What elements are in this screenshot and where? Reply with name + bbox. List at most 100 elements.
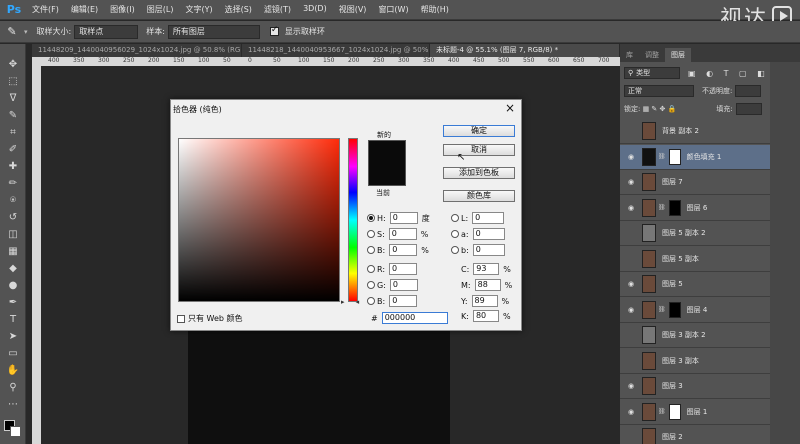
web-colors-only-checkbox[interactable]: 只有 Web 颜色 — [177, 313, 243, 324]
hue-slider[interactable] — [348, 138, 358, 302]
healing-brush-icon[interactable]: ✚ — [5, 160, 21, 174]
field-input[interactable]: 0 — [389, 263, 418, 275]
visibility-eye-icon[interactable]: ◉ — [626, 306, 636, 314]
layer-kind-select[interactable]: ⚲ 类型 — [624, 67, 680, 79]
field-input[interactable]: 89 — [471, 295, 498, 307]
eyedropper-icon[interactable]: ✎ — [0, 25, 24, 38]
slider-handle-icon[interactable]: ▸ ◂ — [341, 298, 359, 306]
sample-size-select[interactable]: 取样点 — [74, 24, 139, 39]
field-input[interactable]: 93 — [473, 263, 500, 275]
path-select-icon[interactable]: ➤ — [5, 330, 21, 344]
crop-tool-icon[interactable]: ⌗ — [5, 126, 21, 140]
blur-tool-icon[interactable]: ◆ — [5, 262, 21, 276]
brush-tool-icon[interactable]: ✏ — [5, 177, 21, 191]
link-icon[interactable]: ⛓ — [658, 204, 666, 211]
panel-tab[interactable]: 调整 — [639, 48, 665, 62]
visibility-eye-icon[interactable]: ◉ — [626, 178, 636, 186]
link-icon[interactable]: ⛓ — [658, 408, 666, 415]
layer-mask-thumbnail[interactable] — [668, 199, 681, 216]
stamp-tool-icon[interactable]: ⍟ — [5, 194, 21, 208]
menu-item-5[interactable]: 选择(S) — [219, 4, 258, 15]
field-input[interactable]: 0 — [472, 228, 505, 240]
layer-row[interactable]: ◉ 图层 7 — [620, 170, 770, 195]
color-libraries-button[interactable]: 颜色库 — [443, 190, 515, 202]
close-icon[interactable]: × — [505, 101, 515, 115]
menu-item-4[interactable]: 文字(Y) — [179, 4, 218, 15]
layer-row[interactable]: 图层 3 副本 — [620, 349, 770, 374]
ok-button[interactable]: 确定 — [443, 125, 515, 137]
menu-item-1[interactable]: 编辑(E) — [65, 4, 104, 15]
zoom-tool-icon[interactable]: ⚲ — [5, 381, 21, 395]
hand-tool-icon[interactable]: ✋ — [5, 364, 21, 378]
sample-select[interactable]: 所有图层 — [167, 24, 260, 39]
link-icon[interactable]: ⛓ — [658, 306, 666, 313]
layer-row[interactable]: ◉ 图层 5 — [620, 272, 770, 297]
layer-mask-thumbnail[interactable] — [668, 403, 681, 420]
radio-button[interactable] — [451, 214, 459, 222]
menu-item-9[interactable]: 窗口(W) — [372, 4, 414, 15]
dodge-tool-icon[interactable]: ● — [5, 279, 21, 293]
menu-item-7[interactable]: 3D(D) — [297, 4, 333, 15]
field-input[interactable]: 0 — [389, 212, 418, 224]
radio-button[interactable] — [367, 246, 375, 254]
saturation-brightness-field[interactable] — [178, 138, 340, 302]
document-tab[interactable]: 未标题-4 @ 55.1% (图层 7, RGB/8) * — [430, 44, 620, 57]
menu-item-10[interactable]: 帮助(H) — [415, 4, 455, 15]
hex-input[interactable]: 000000 — [381, 312, 448, 324]
radio-button[interactable] — [451, 246, 459, 254]
menu-item-0[interactable]: 文件(F) — [26, 4, 65, 15]
menu-item-6[interactable]: 滤镜(T) — [258, 4, 297, 15]
cancel-button[interactable]: 取消 — [443, 144, 515, 156]
pen-tool-icon[interactable]: ✒ — [5, 296, 21, 310]
blend-mode-select[interactable]: 正常 — [624, 85, 694, 97]
menu-item-3[interactable]: 图层(L) — [141, 4, 180, 15]
add-to-swatches-button[interactable]: 添加到色板 — [443, 167, 515, 179]
opacity-input[interactable] — [735, 85, 762, 97]
layer-mask-thumbnail[interactable] — [668, 148, 681, 165]
panel-tab[interactable]: 库 — [620, 48, 639, 62]
shape-tool-icon[interactable]: ▭ — [5, 347, 21, 361]
visibility-eye-icon[interactable]: ◉ — [626, 382, 636, 390]
type-tool-icon[interactable]: T — [5, 313, 21, 327]
radio-button[interactable] — [367, 281, 375, 289]
radio-button[interactable] — [367, 297, 375, 305]
layer-row[interactable]: 图层 5 副本 2 — [620, 221, 770, 246]
more-tools-icon[interactable]: ⋯ — [5, 398, 21, 412]
document-tab[interactable]: 11448209_1440040956029_1024x1024.jpg @ 5… — [32, 44, 242, 57]
radio-button[interactable] — [451, 230, 459, 238]
visibility-eye-icon[interactable]: ◉ — [626, 204, 636, 212]
layer-row[interactable]: ◉ ⛓ 图层 4 — [620, 298, 770, 323]
layer-row[interactable]: 图层 5 副本 — [620, 247, 770, 272]
document-canvas[interactable] — [188, 330, 450, 444]
move-tool-icon[interactable]: ✥ — [5, 58, 21, 72]
field-input[interactable]: 0 — [472, 244, 505, 256]
menu-item-8[interactable]: 视图(V) — [333, 4, 373, 15]
filter-icons[interactable]: ▣ ◐ T ▢ ◧ — [688, 69, 769, 78]
fill-input[interactable] — [735, 103, 762, 115]
layer-row[interactable]: 图层 2 — [620, 425, 770, 444]
document-tab[interactable]: 11448218_1440040953667_1024x1024.jpg @ 5… — [242, 44, 430, 57]
layer-mask-thumbnail[interactable] — [668, 301, 681, 318]
layer-row[interactable]: ◉ 图层 3 — [620, 374, 770, 399]
field-input[interactable]: 88 — [474, 279, 501, 291]
radio-button[interactable] — [367, 230, 375, 238]
layer-row[interactable]: ◉ ⛓ 图层 6 — [620, 196, 770, 221]
menu-item-2[interactable]: 图像(I) — [104, 4, 141, 15]
field-input[interactable]: 0 — [389, 279, 418, 291]
gradient-tool-icon[interactable]: ▦ — [5, 245, 21, 259]
radio-button[interactable] — [367, 265, 375, 273]
field-input[interactable]: 0 — [389, 244, 418, 256]
field-input[interactable]: 0 — [472, 212, 505, 224]
radio-button[interactable] — [367, 214, 375, 222]
layer-row[interactable]: 图层 3 副本 2 — [620, 323, 770, 348]
layer-row[interactable]: ◉ ⛓ 图层 1 — [620, 400, 770, 425]
link-icon[interactable]: ⛓ — [658, 153, 666, 160]
show-ring-checkbox[interactable]: 显示取样环 — [269, 25, 328, 37]
quick-select-icon[interactable]: ✎ — [5, 109, 21, 123]
eyedropper-tool-icon[interactable]: ✐ — [5, 143, 21, 157]
layer-row[interactable]: ◉ ⛓ 颜色填充 1 — [620, 144, 770, 170]
visibility-eye-icon[interactable]: ◉ — [626, 408, 636, 416]
field-input[interactable]: 0 — [389, 295, 418, 307]
history-brush-icon[interactable]: ↺ — [5, 211, 21, 225]
field-input[interactable]: 0 — [388, 228, 417, 240]
